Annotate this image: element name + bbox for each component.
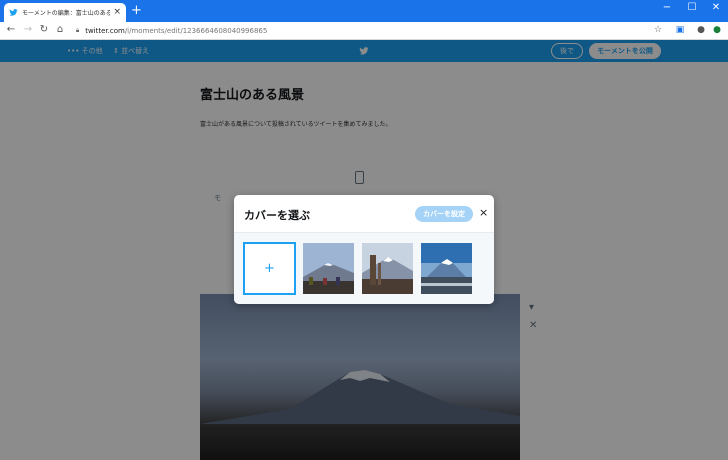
browser-toolbar: ← → ↻ ⌂ 🔒︎ twitter.com /i/moments/edit/1… (0, 22, 728, 40)
twitter-bird-icon (9, 9, 18, 16)
maximize-button[interactable]: ☐ (680, 1, 704, 17)
tab-title: モーメントの編集：富士山のある風景 (22, 10, 111, 17)
close-window-button[interactable]: ✕ (704, 1, 728, 17)
cover-thumbnail[interactable] (421, 243, 472, 294)
cover-options: + (234, 232, 494, 304)
forward-icon[interactable]: → (21, 23, 35, 37)
profile-icon[interactable]: ● (695, 24, 707, 36)
back-icon[interactable]: ← (4, 23, 18, 37)
set-cover-button[interactable]: カバーを設定 (415, 206, 473, 222)
browser-tab-strip: モーメントの編集：富士山のある風景 × + − ☐ ✕ (0, 0, 728, 22)
url-path: /i/moments/edit/1236664608040996865 (124, 26, 268, 35)
extension-icon[interactable]: ▣ (674, 24, 686, 36)
tab-close-icon[interactable]: × (113, 8, 121, 17)
address-bar[interactable]: 🔒︎ twitter.com /i/moments/edit/123666460… (70, 24, 670, 37)
reload-icon[interactable]: ↻ (37, 23, 51, 37)
browser-tab[interactable]: モーメントの編集：富士山のある風景 × (4, 3, 126, 22)
thumbnail-image (303, 243, 354, 294)
update-icon[interactable]: ● (711, 24, 723, 36)
thumbnail-image (362, 243, 413, 294)
lock-icon: 🔒︎ (76, 26, 80, 34)
cover-thumbnail[interactable] (303, 243, 354, 294)
choose-cover-dialog: カバーを選ぶ カバーを設定 × + (234, 195, 494, 304)
thumbnail-image (421, 243, 472, 294)
add-image-button[interactable]: + (243, 242, 296, 295)
dialog-title: カバーを選ぶ (244, 209, 310, 222)
home-icon[interactable]: ⌂ (53, 23, 67, 37)
url-host: twitter.com (85, 26, 125, 35)
bookmark-star-icon[interactable]: ☆ (652, 24, 664, 36)
cover-thumbnail[interactable] (362, 243, 413, 294)
close-icon[interactable]: × (479, 207, 488, 219)
new-tab-button[interactable]: + (131, 4, 142, 18)
minimize-button[interactable]: − (655, 1, 679, 17)
